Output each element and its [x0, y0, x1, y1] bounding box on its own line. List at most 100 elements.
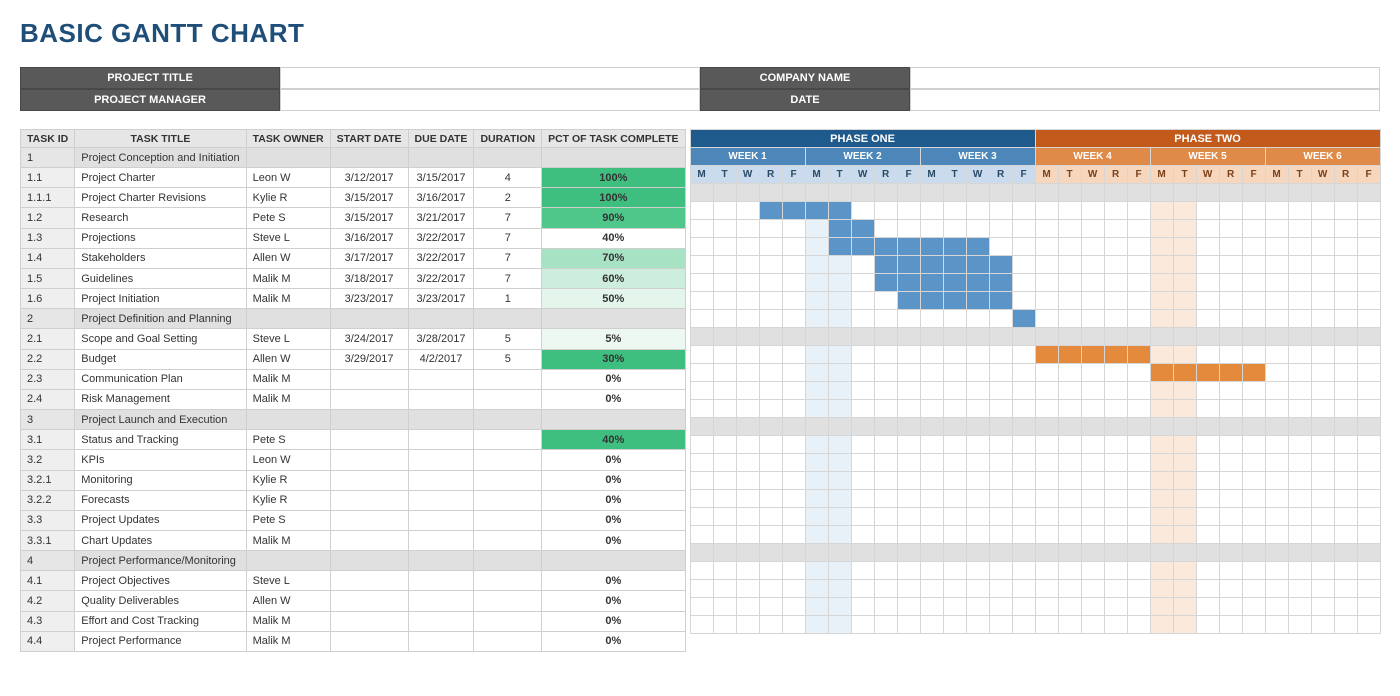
gantt-cell[interactable]	[1196, 310, 1219, 328]
gantt-cell[interactable]	[1127, 490, 1150, 508]
gantt-cell[interactable]	[943, 580, 966, 598]
gantt-cell[interactable]	[966, 382, 989, 400]
gantt-cell[interactable]	[920, 490, 943, 508]
gantt-cell[interactable]	[920, 220, 943, 238]
cell-id[interactable]: 4.2	[21, 591, 75, 611]
gantt-cell[interactable]	[1150, 400, 1173, 418]
gantt-cell[interactable]	[989, 598, 1012, 616]
gantt-cell[interactable]	[759, 454, 782, 472]
gantt-cell[interactable]	[782, 436, 805, 454]
gantt-cell[interactable]	[1219, 328, 1242, 346]
gantt-cell[interactable]	[759, 616, 782, 634]
gantt-cell[interactable]	[1058, 292, 1081, 310]
gantt-cell[interactable]	[1265, 580, 1288, 598]
cell-dur[interactable]	[474, 470, 542, 490]
gantt-cell[interactable]	[1357, 382, 1380, 400]
gantt-cell[interactable]	[1035, 562, 1058, 580]
cell-owner[interactable]: Malik M	[246, 389, 330, 409]
gantt-cell[interactable]	[690, 562, 713, 580]
gantt-cell[interactable]	[1288, 490, 1311, 508]
gantt-cell[interactable]	[1150, 256, 1173, 274]
gantt-cell[interactable]	[851, 202, 874, 220]
gantt-cell[interactable]	[874, 454, 897, 472]
gantt-cell[interactable]	[805, 202, 828, 220]
gantt-cell[interactable]	[1127, 526, 1150, 544]
gantt-cell[interactable]	[897, 580, 920, 598]
gantt-cell[interactable]	[736, 328, 759, 346]
gantt-cell[interactable]	[989, 616, 1012, 634]
gantt-cell[interactable]	[1035, 238, 1058, 256]
gantt-cell[interactable]	[1173, 490, 1196, 508]
gantt-cell[interactable]	[828, 400, 851, 418]
gantt-cell[interactable]	[1081, 292, 1104, 310]
gantt-cell[interactable]	[1242, 580, 1265, 598]
cell-owner[interactable]	[246, 410, 330, 430]
gantt-cell[interactable]	[874, 202, 897, 220]
table-row[interactable]: 4Project Performance/Monitoring	[21, 551, 686, 571]
cell-dur[interactable]	[474, 450, 542, 470]
gantt-cell[interactable]	[874, 220, 897, 238]
table-row[interactable]: 2.1Scope and Goal SettingSteve L3/24/201…	[21, 329, 686, 349]
gantt-cell[interactable]	[805, 328, 828, 346]
gantt-cell[interactable]	[1334, 364, 1357, 382]
gantt-cell[interactable]	[1334, 598, 1357, 616]
gantt-cell[interactable]	[1357, 472, 1380, 490]
gantt-cell[interactable]	[713, 364, 736, 382]
cell-start[interactable]	[330, 510, 408, 530]
gantt-cell[interactable]	[1288, 472, 1311, 490]
gantt-cell[interactable]	[828, 274, 851, 292]
gantt-cell[interactable]	[1334, 544, 1357, 562]
gantt-cell[interactable]	[713, 382, 736, 400]
gantt-cell[interactable]	[805, 544, 828, 562]
gantt-cell[interactable]	[828, 490, 851, 508]
gantt-cell[interactable]	[874, 274, 897, 292]
gantt-cell[interactable]	[874, 490, 897, 508]
cell-due[interactable]: 3/28/2017	[408, 329, 474, 349]
gantt-cell[interactable]	[1081, 562, 1104, 580]
gantt-cell[interactable]	[1288, 310, 1311, 328]
cell-dur[interactable]: 7	[474, 248, 542, 268]
cell-id[interactable]: 1.5	[21, 268, 75, 288]
cell-due[interactable]: 3/23/2017	[408, 289, 474, 309]
gantt-cell[interactable]	[1104, 220, 1127, 238]
gantt-cell[interactable]	[897, 184, 920, 202]
cell-due[interactable]	[408, 148, 474, 168]
gantt-cell[interactable]	[1127, 616, 1150, 634]
gantt-cell[interactable]	[1173, 220, 1196, 238]
cell-due[interactable]	[408, 530, 474, 550]
gantt-cell[interactable]	[943, 436, 966, 454]
gantt-cell[interactable]	[1242, 364, 1265, 382]
cell-due[interactable]	[408, 410, 474, 430]
gantt-cell[interactable]	[1196, 400, 1219, 418]
gantt-cell[interactable]	[1127, 274, 1150, 292]
gantt-cell[interactable]	[1288, 364, 1311, 382]
gantt-cell[interactable]	[1058, 364, 1081, 382]
gantt-cell[interactable]	[736, 364, 759, 382]
gantt-cell[interactable]	[690, 202, 713, 220]
gantt-cell[interactable]	[736, 508, 759, 526]
cell-owner[interactable]: Steve L	[246, 329, 330, 349]
gantt-cell[interactable]	[851, 508, 874, 526]
gantt-cell[interactable]	[828, 202, 851, 220]
gantt-cell[interactable]	[1104, 454, 1127, 472]
gantt-cell[interactable]	[1357, 598, 1380, 616]
cell-start[interactable]: 3/29/2017	[330, 349, 408, 369]
gantt-cell[interactable]	[989, 490, 1012, 508]
gantt-cell[interactable]	[736, 400, 759, 418]
gantt-cell[interactable]	[920, 292, 943, 310]
gantt-cell[interactable]	[1035, 472, 1058, 490]
cell-due[interactable]: 3/15/2017	[408, 168, 474, 188]
cell-start[interactable]: 3/24/2017	[330, 329, 408, 349]
cell-start[interactable]	[330, 389, 408, 409]
gantt-cell[interactable]	[1035, 202, 1058, 220]
gantt-cell[interactable]	[1081, 220, 1104, 238]
cell-dur[interactable]	[474, 410, 542, 430]
cell-pct[interactable]: 0%	[542, 631, 685, 651]
gantt-cell[interactable]	[782, 292, 805, 310]
gantt-cell[interactable]	[1127, 454, 1150, 472]
gantt-cell[interactable]	[1150, 490, 1173, 508]
gantt-cell[interactable]	[1265, 256, 1288, 274]
gantt-cell[interactable]	[989, 436, 1012, 454]
gantt-cell[interactable]	[851, 598, 874, 616]
cell-title[interactable]: Project Performance	[75, 631, 246, 651]
